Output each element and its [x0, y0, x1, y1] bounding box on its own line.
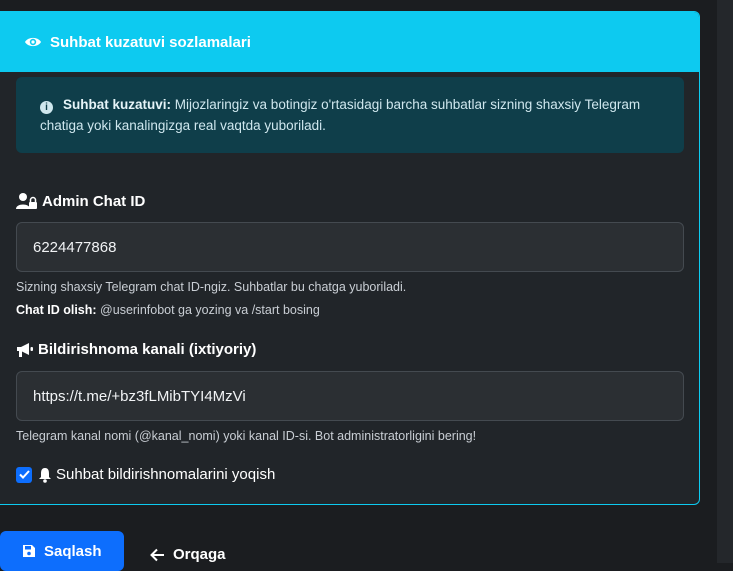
- back-button-label: Orqaga: [173, 546, 226, 563]
- arrow-left-icon: [150, 548, 165, 562]
- card-header: Suhbat kuzatuvi sozlamalari: [0, 12, 699, 72]
- chat-notifications-label: Suhbat bildirishnomalarini yoqish: [56, 466, 276, 483]
- page-scroll-area: [717, 0, 733, 563]
- admin-chat-id-label-text: Admin Chat ID: [42, 192, 146, 210]
- chat-id-instructions-text: @userinfobot ga yozing va /start bosing: [100, 303, 320, 317]
- alert-bold-text: Suhbat kuzatuvi:: [63, 97, 172, 112]
- chat-notifications-toggle-row[interactable]: Suhbat bildirishnomalarini yoqish: [16, 466, 275, 483]
- eye-icon: [24, 33, 42, 51]
- chat-id-instructions-bold: Chat ID olish:: [16, 303, 97, 317]
- alert-text: Mijozlaringiz va botingiz o'rtasidagi ba…: [174, 97, 641, 112]
- notification-channel-value: https://t.me/+bz3fLMibTYI4MzVi: [33, 387, 246, 405]
- info-circle-icon: i: [40, 101, 53, 114]
- admin-chat-id-input[interactable]: 6224477868: [16, 222, 684, 272]
- notification-channel-label: Bildirishnoma kanali (ixtiyoriy): [16, 341, 256, 358]
- card-title: Suhbat kuzatuvi sozlamalari: [50, 33, 251, 51]
- user-lock-icon: [16, 192, 38, 210]
- admin-chat-id-value: 6224477868: [33, 238, 117, 256]
- bell-icon: [38, 467, 52, 483]
- admin-chat-id-help: Sizning shaxsiy Telegram chat ID-ngiz. S…: [16, 280, 407, 294]
- info-alert: i Suhbat kuzatuvi: Mijozlaringiz va botin…: [16, 77, 684, 153]
- notification-channel-input[interactable]: https://t.me/+bz3fLMibTYI4MzVi: [16, 371, 684, 421]
- notification-channel-label-text: Bildirishnoma kanali (ixtiyoriy): [38, 341, 257, 358]
- chat-id-instructions: Chat ID olish: @userinfobot ga yozing va…: [16, 303, 320, 317]
- save-button-label: Saqlash: [44, 542, 102, 560]
- alert-text-line2: chatiga yoki kanalingizga real vaqtda yu…: [40, 118, 326, 133]
- bullhorn-icon: [16, 342, 34, 358]
- chat-notifications-checkbox[interactable]: [16, 466, 32, 483]
- back-button[interactable]: Orqaga: [150, 546, 226, 563]
- admin-chat-id-label: Admin Chat ID: [16, 192, 145, 210]
- save-button[interactable]: Saqlash: [0, 531, 124, 571]
- floppy-disk-icon: [22, 544, 36, 558]
- notification-channel-help: Telegram kanal nomi (@kanal_nomi) yoki k…: [16, 429, 477, 443]
